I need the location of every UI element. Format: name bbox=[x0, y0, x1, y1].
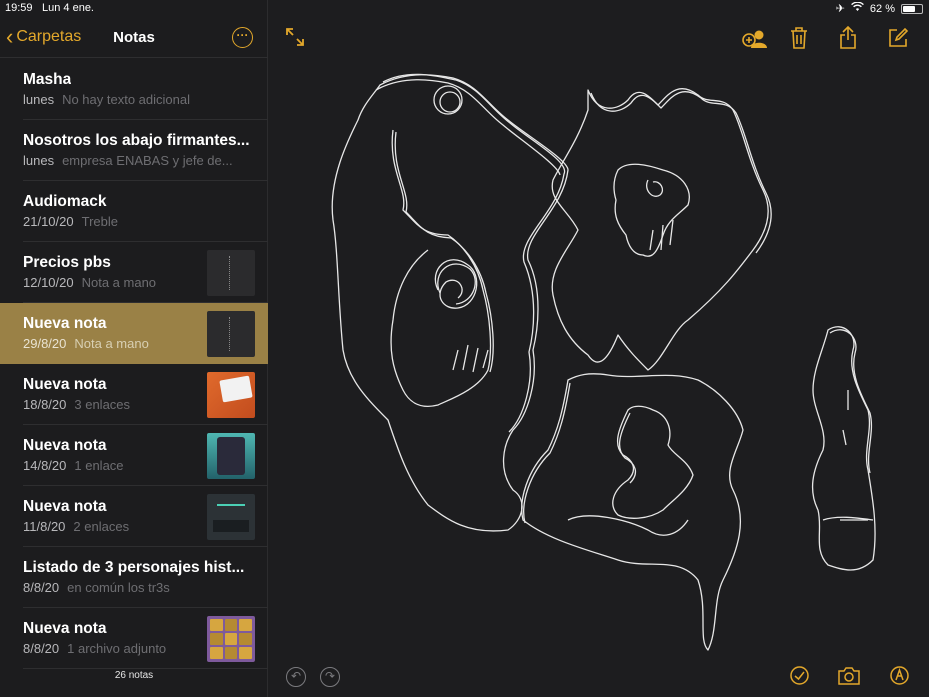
note-preview: 1 enlace bbox=[74, 458, 124, 473]
note-meta: 8/8/20 en común los tr3s bbox=[23, 580, 170, 595]
status-bar: 19:59 Lun 4 ene. ✈ 62 % bbox=[0, 0, 929, 18]
note-thumbnail bbox=[207, 433, 255, 479]
note-thumbnail bbox=[207, 250, 255, 296]
note-title: Nueva nota bbox=[23, 498, 107, 515]
note-thumbnail bbox=[207, 494, 255, 540]
note-list-item[interactable]: Nueva nota 14/8/20 1 enlace bbox=[23, 425, 268, 486]
note-preview: empresa ENABAS y jefe de... bbox=[62, 153, 233, 168]
note-editor: ↶ ↷ bbox=[268, 0, 929, 697]
note-date: 8/8/20 bbox=[23, 641, 60, 656]
note-title: Nosotros los abajo firmantes... bbox=[23, 132, 250, 149]
note-title: Listado de 3 personajes hist... bbox=[23, 559, 245, 576]
note-preview: Nota a mano bbox=[81, 275, 157, 290]
note-title: Audiomack bbox=[23, 193, 107, 210]
note-date: lunes bbox=[23, 153, 55, 168]
note-title: Nueva nota bbox=[23, 437, 107, 454]
note-date: 14/8/20 bbox=[23, 458, 67, 473]
note-meta: 12/10/20 Nota a mano bbox=[23, 275, 156, 290]
checklist-icon[interactable] bbox=[790, 666, 809, 690]
camera-icon[interactable] bbox=[838, 666, 860, 690]
battery-percent: 62 % bbox=[869, 2, 895, 15]
note-list-item[interactable]: Nueva nota 29/8/20 Nota a mano bbox=[0, 303, 268, 364]
note-meta: lunes No hay texto adicional bbox=[23, 92, 190, 107]
note-list-item[interactable]: Nueva nota 18/8/20 3 enlaces bbox=[23, 364, 268, 425]
note-list-item[interactable]: Nosotros los abajo firmantes... lunes empr… bbox=[23, 120, 268, 181]
wifi-icon bbox=[851, 1, 864, 15]
note-title: Nueva nota bbox=[23, 376, 107, 393]
notes-count: 26 notas bbox=[114, 670, 154, 681]
status-right: ✈ 62 % bbox=[835, 1, 923, 15]
note-thumbnail bbox=[207, 311, 255, 357]
note-list-item[interactable]: Nueva nota 11/8/20 2 enlaces bbox=[23, 486, 268, 547]
note-date: 29/8/20 bbox=[23, 336, 67, 351]
note-date: 11/8/20 bbox=[23, 519, 66, 534]
note-list-item[interactable]: Masha lunes No hay texto adicional bbox=[23, 59, 268, 120]
note-date: 8/8/20 bbox=[23, 580, 60, 595]
note-title: Masha bbox=[23, 71, 72, 88]
note-preview: Treble bbox=[81, 214, 118, 229]
note-date: lunes bbox=[23, 92, 55, 107]
note-meta: 14/8/20 1 enlace bbox=[23, 458, 124, 473]
note-title: Nueva nota bbox=[23, 620, 107, 637]
redo-icon[interactable]: ↷ bbox=[320, 667, 340, 687]
note-meta: 21/10/20 Treble bbox=[23, 214, 118, 229]
sidebar-title: Notas bbox=[113, 29, 155, 46]
note-title: Nueva nota bbox=[23, 315, 107, 332]
note-thumbnail bbox=[207, 372, 255, 418]
note-preview: 3 enlaces bbox=[74, 397, 131, 412]
note-date: 18/8/20 bbox=[23, 397, 67, 412]
note-list-item[interactable]: Audiomack 21/10/20 Treble bbox=[23, 181, 268, 242]
note-preview: No hay texto adicional bbox=[62, 92, 190, 107]
notes-list: Masha lunes No hay texto adicional Nosotros… bbox=[0, 59, 268, 669]
status-date: Lun 4 ene. bbox=[42, 2, 94, 14]
note-preview: Nota a mano bbox=[74, 336, 149, 351]
note-preview: 1 archivo adjunto bbox=[67, 641, 167, 656]
airplane-icon: ✈ bbox=[835, 3, 845, 15]
note-title: Precios pbs bbox=[23, 254, 111, 271]
note-meta: 18/8/20 3 enlaces bbox=[23, 397, 130, 412]
expand-icon[interactable] bbox=[285, 27, 305, 52]
note-list-item[interactable]: Listado de 3 personajes hist... 8/8/20 en … bbox=[23, 547, 268, 608]
note-date: 21/10/20 bbox=[23, 214, 74, 229]
note-meta: 29/8/20 Nota a mano bbox=[23, 336, 149, 351]
battery-icon bbox=[901, 3, 923, 14]
note-thumbnail bbox=[207, 616, 255, 662]
note-preview: en común los tr3s bbox=[67, 580, 170, 595]
note-list-item[interactable]: Nueva nota 8/8/20 1 archivo adjunto bbox=[23, 608, 268, 669]
note-preview: 2 enlaces bbox=[73, 519, 130, 534]
status-time: 19:59 bbox=[5, 2, 33, 14]
note-meta: lunes empresa ENABAS y jefe de... bbox=[23, 153, 233, 168]
note-list-item[interactable]: Precios pbs 12/10/20 Nota a mano bbox=[23, 242, 268, 303]
note-meta: 11/8/20 2 enlaces bbox=[23, 519, 129, 534]
sidebar-nav-bar: ‹ Carpetas Notas ··· bbox=[0, 18, 268, 58]
undo-icon[interactable]: ↶ bbox=[286, 667, 306, 687]
more-options-icon[interactable]: ··· bbox=[232, 27, 253, 48]
handwritten-drawing[interactable] bbox=[268, 50, 929, 665]
notes-sidebar: ‹ Carpetas Notas ··· Masha lunes No hay te… bbox=[0, 0, 268, 697]
markup-icon[interactable] bbox=[890, 666, 909, 690]
note-meta: 8/8/20 1 archivo adjunto bbox=[23, 641, 166, 656]
note-date: 12/10/20 bbox=[23, 275, 74, 290]
